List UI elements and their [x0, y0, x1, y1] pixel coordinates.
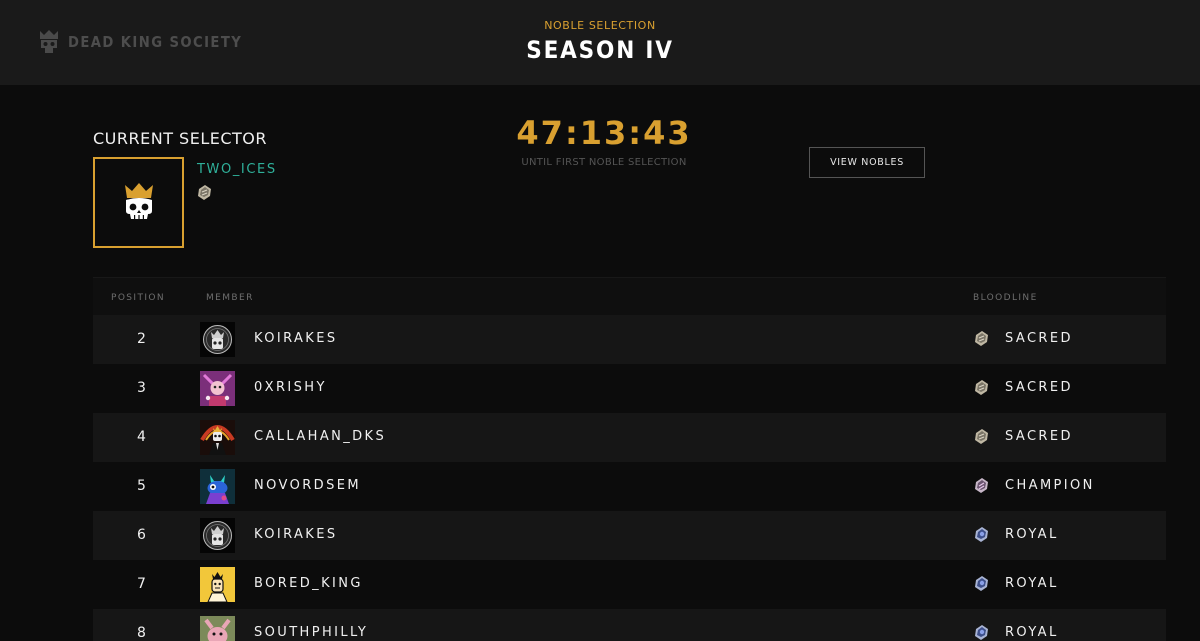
member-name[interactable]: CALLAHAN_DKS — [254, 429, 386, 444]
current-selector-avatar — [93, 157, 184, 248]
top-header: DEAD KING SOCIETY NOBLE SELECTION SEASON… — [0, 0, 1200, 85]
sacred-stone-icon — [975, 380, 988, 395]
sacred-stone-icon — [975, 331, 988, 346]
table-row[interactable]: 4 CALLAHAN_DKS SACRED — [93, 413, 1166, 462]
crowned-skull-logo-icon — [40, 30, 58, 53]
row-position: 3 — [137, 380, 146, 396]
row-position: 2 — [137, 331, 146, 347]
table-row[interactable]: 5 NOVORDSEM CHAMPION — [93, 462, 1166, 511]
member-name[interactable]: KOIRAKES — [254, 527, 337, 542]
row-position: 6 — [137, 527, 146, 543]
skeleton-king-avatar — [200, 420, 235, 455]
view-nobles-button[interactable]: VIEW NOBLES — [809, 147, 925, 178]
royal-stone-icon — [975, 625, 988, 640]
bloodline-name: ROYAL — [1005, 576, 1059, 591]
table-header: POSITION MEMBER BLOODLINE — [93, 277, 1166, 315]
selection-table: POSITION MEMBER BLOODLINE 2 KOIRAKES SAC… — [93, 277, 1166, 641]
row-position: 4 — [137, 429, 146, 445]
crowned-skull-icon — [124, 182, 153, 219]
pink-creature-avatar — [200, 616, 235, 641]
bloodline-name: SACRED — [1005, 331, 1073, 346]
bloodline-name: CHAMPION — [1005, 478, 1095, 493]
table-row[interactable]: 8 SOUTHPHILLY ROYAL — [93, 609, 1166, 641]
blue-creature-avatar — [200, 469, 235, 504]
member-name[interactable]: SOUTHPHILLY — [254, 625, 368, 640]
row-position: 7 — [137, 576, 146, 592]
champion-stone-icon — [975, 478, 988, 493]
table-row[interactable]: 6 KOIRAKES ROYAL — [93, 511, 1166, 560]
row-position: 5 — [137, 478, 146, 494]
member-name[interactable]: BORED_KING — [254, 576, 363, 591]
column-header-position: POSITION — [111, 293, 166, 303]
table-row[interactable]: 7 BORED_KING ROYAL — [93, 560, 1166, 609]
royal-stone-icon — [975, 576, 988, 591]
bloodline-name: ROYAL — [1005, 625, 1059, 640]
column-header-bloodline: BLOODLINE — [973, 293, 1038, 303]
sacred-stone-icon — [975, 429, 988, 444]
countdown-caption: UNTIL FIRST NOBLE SELECTION — [521, 157, 687, 168]
table-row[interactable]: 2 KOIRAKES SACRED — [93, 315, 1166, 364]
member-name[interactable]: KOIRAKES — [254, 331, 337, 346]
column-header-member: MEMBER — [206, 293, 254, 303]
countdown-timer: 47:13:43 — [516, 114, 692, 152]
member-name[interactable]: 0XRISHY — [254, 380, 327, 395]
current-selector-username[interactable]: TWO_ICES — [197, 162, 277, 177]
current-selector-label: CURRENT SELECTOR — [93, 129, 267, 148]
page-subtitle: NOBLE SELECTION — [544, 19, 656, 32]
purple-jester-avatar — [200, 371, 235, 406]
bloodline-name: SACRED — [1005, 429, 1073, 444]
member-name[interactable]: NOVORDSEM — [254, 478, 361, 493]
bloodline-name: SACRED — [1005, 380, 1073, 395]
skull-coin-avatar — [200, 322, 235, 357]
skull-coin-avatar — [200, 518, 235, 553]
yellow-king-avatar — [200, 567, 235, 602]
row-position: 8 — [137, 625, 146, 641]
bloodline-name: ROYAL — [1005, 527, 1059, 542]
page-title: SEASON IV — [526, 36, 674, 64]
table-row[interactable]: 3 0XRISHY SACRED — [93, 364, 1166, 413]
sacred-stone-icon — [198, 185, 211, 200]
royal-stone-icon — [975, 527, 988, 542]
